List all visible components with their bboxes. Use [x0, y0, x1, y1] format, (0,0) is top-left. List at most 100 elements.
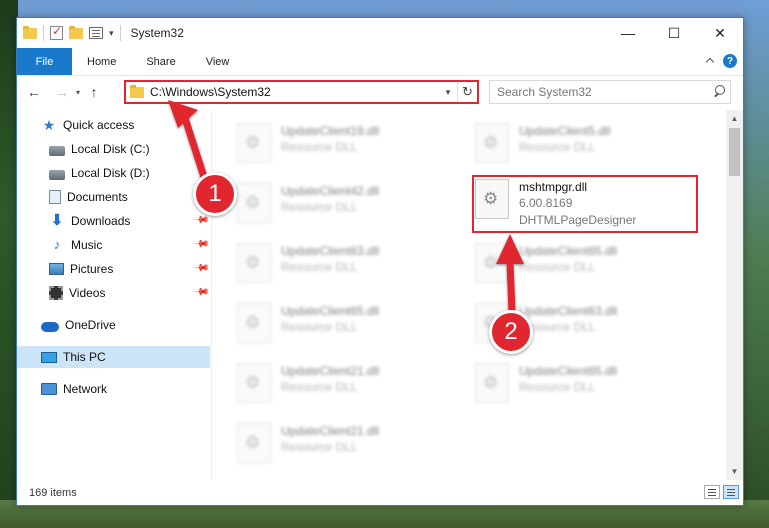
- file-name: UpdateClient19.dll: [281, 124, 380, 138]
- sidebar-item-documents[interactable]: Documents: [49, 186, 128, 208]
- refresh-button[interactable]: ↻: [457, 82, 477, 102]
- sidebar-item-onedrive[interactable]: OneDrive: [41, 314, 116, 336]
- file-list: UpdateClient19.dll Resource DLL UpdateCli…: [213, 110, 725, 480]
- separator: [43, 25, 44, 41]
- dll-file-icon: [237, 303, 271, 343]
- documents-icon: [49, 190, 61, 204]
- disk-icon: [49, 145, 65, 156]
- sidebar-item-network[interactable]: Network: [41, 378, 107, 400]
- sidebar-item-quick-access[interactable]: ★ Quick access: [41, 114, 135, 136]
- large-icons-view-icon[interactable]: [723, 485, 739, 499]
- sidebar-item-label: Videos: [69, 286, 106, 300]
- sidebar-item-videos[interactable]: Videos: [49, 282, 105, 304]
- file-name: UpdateClient63.dll: [519, 304, 618, 318]
- tab-home[interactable]: Home: [72, 48, 131, 75]
- disk-icon: [49, 169, 65, 180]
- dll-file-icon: [237, 183, 271, 223]
- sidebar-item-label: This PC: [63, 350, 106, 364]
- file-tile[interactable]: UpdateClient42.dll Resource DLL: [237, 180, 467, 234]
- file-tile[interactable]: UpdateClient65.dll Resource DLL: [475, 240, 705, 294]
- dll-file-icon: [475, 243, 509, 283]
- file-type: Resource DLL: [281, 140, 358, 154]
- folder-icon: [130, 84, 144, 98]
- downloads-icon: ⬇: [50, 212, 64, 229]
- address-dropdown-icon[interactable]: ▾: [439, 87, 457, 98]
- window-controls: — ☐ ✕: [605, 18, 743, 48]
- properties-icon[interactable]: [89, 27, 103, 39]
- address-bar[interactable]: C:\Windows\System32 ▾ ↻: [124, 80, 479, 104]
- expand-ribbon-icon[interactable]: [705, 56, 715, 66]
- sidebar-item-label: Pictures: [70, 262, 114, 276]
- search-icon[interactable]: [710, 82, 730, 102]
- details-view-icon[interactable]: [704, 485, 720, 499]
- file-tile[interactable]: UpdateClient21.dll Resource DLL: [237, 420, 467, 474]
- highlight-box: [472, 175, 698, 233]
- file-type: Resource DLL: [519, 380, 596, 394]
- sidebar-item-downloads[interactable]: ⬇ Downloads: [49, 210, 131, 232]
- file-type: Resource DLL: [281, 380, 358, 394]
- navigation-pane: ★ Quick access Local Disk (C:) Local Dis…: [17, 110, 212, 480]
- ribbon-right-controls: ?: [705, 54, 737, 68]
- new-folder-icon[interactable]: [69, 25, 83, 39]
- dll-file-icon: [475, 363, 509, 403]
- tab-view[interactable]: View: [191, 48, 245, 75]
- desktop-background-right: [743, 0, 769, 528]
- sidebar-item-label: Quick access: [63, 118, 135, 132]
- scroll-thumb[interactable]: [729, 128, 740, 176]
- star-icon: ★: [42, 117, 56, 133]
- file-tile[interactable]: UpdateClient21.dll Resource DLL: [237, 360, 467, 414]
- ribbon-tabs: File Home Share View ?: [17, 48, 743, 76]
- sidebar-item-local-disk-d[interactable]: Local Disk (D:): [49, 162, 150, 184]
- tab-file[interactable]: File: [17, 48, 72, 75]
- minimize-button[interactable]: —: [605, 18, 651, 48]
- pin-icon[interactable]: 📌: [193, 284, 210, 301]
- recent-locations-dropdown-icon[interactable]: ▾: [73, 88, 83, 97]
- file-type: Resource DLL: [519, 140, 596, 154]
- dll-file-icon: [237, 363, 271, 403]
- file-type: Resource DLL: [281, 200, 358, 214]
- sidebar-item-label: Local Disk (C:): [71, 142, 150, 156]
- sidebar-item-local-disk-c[interactable]: Local Disk (C:): [49, 138, 150, 160]
- search-box[interactable]: [489, 80, 731, 104]
- forward-button[interactable]: →: [51, 81, 73, 103]
- navigation-bar: ← → ▾ ↑ C:\Windows\System32 ▾ ↻: [17, 76, 743, 108]
- sidebar-item-pictures[interactable]: Pictures: [49, 258, 113, 280]
- address-path[interactable]: C:\Windows\System32: [150, 85, 439, 99]
- file-tile[interactable]: UpdateClient5.dll Resource DLL: [475, 120, 705, 174]
- maximize-button[interactable]: ☐: [651, 18, 697, 48]
- close-button[interactable]: ✕: [697, 18, 743, 48]
- music-icon: ♪: [53, 237, 61, 252]
- title-bar: ▾ System32 — ☐ ✕: [17, 18, 743, 48]
- quick-access-toolbar: ▾ System32: [17, 24, 184, 41]
- sidebar-item-label: Music: [71, 238, 103, 252]
- search-input[interactable]: [490, 85, 710, 99]
- item-count: 169 items: [29, 486, 77, 499]
- status-bar: 169 items: [17, 480, 743, 505]
- pin-icon[interactable]: 📌: [193, 260, 210, 277]
- separator: [119, 25, 121, 41]
- step-2-badge: 2: [489, 310, 533, 354]
- back-button[interactable]: ←: [23, 81, 45, 103]
- sidebar-item-this-pc[interactable]: This PC: [17, 346, 210, 368]
- scroll-up-icon[interactable]: ▲: [726, 110, 743, 127]
- up-button[interactable]: ↑: [83, 81, 105, 103]
- dll-file-icon: [237, 243, 271, 283]
- file-tile[interactable]: UpdateClient63.dll Resource DLL: [237, 240, 467, 294]
- vertical-scrollbar[interactable]: ▲ ▼: [726, 110, 743, 480]
- pin-icon[interactable]: 📌: [193, 236, 210, 253]
- file-tile[interactable]: UpdateClient65.dll Resource DLL: [237, 300, 467, 354]
- customize-toolbar-dropdown-icon[interactable]: ▾: [109, 28, 114, 39]
- help-icon[interactable]: ?: [723, 54, 737, 68]
- pictures-icon: [49, 263, 64, 275]
- file-tile[interactable]: UpdateClient19.dll Resource DLL: [237, 120, 467, 174]
- file-name: UpdateClient65.dll: [519, 364, 618, 378]
- file-tile[interactable]: UpdateClient65.dll Resource DLL: [475, 360, 705, 414]
- sidebar-item-label: OneDrive: [65, 318, 116, 332]
- folder-icon: [23, 25, 37, 39]
- sidebar-item-music[interactable]: ♪ Music: [49, 234, 103, 256]
- properties-check-icon[interactable]: [50, 24, 63, 40]
- network-icon: [41, 383, 57, 395]
- tab-share[interactable]: Share: [131, 48, 190, 75]
- scroll-down-icon[interactable]: ▼: [726, 463, 743, 480]
- this-pc-icon: [41, 351, 57, 363]
